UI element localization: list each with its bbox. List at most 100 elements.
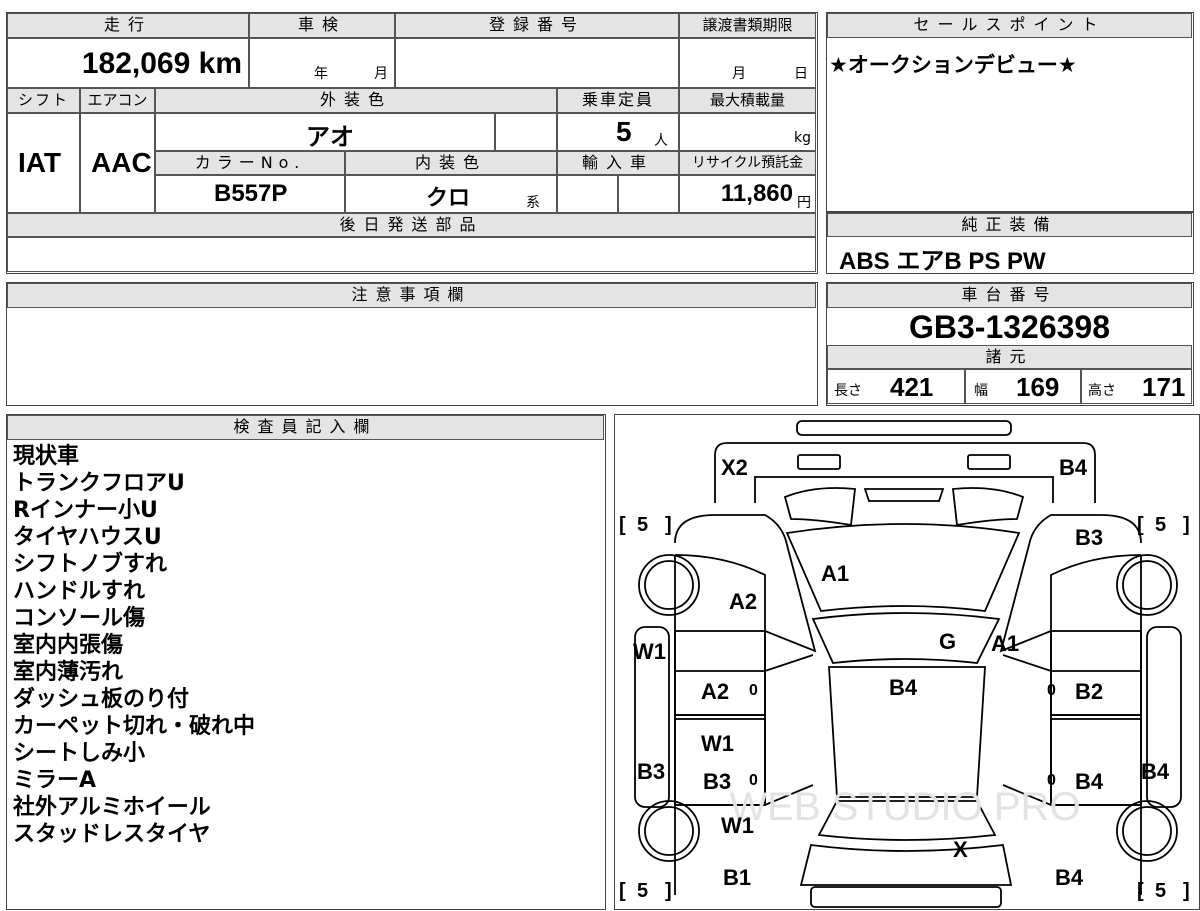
- capacity-value: 5: [616, 116, 632, 147]
- inspector-note: 室内薄汚れ: [13, 660, 124, 685]
- interior-color-cell: クロ 系: [345, 175, 557, 213]
- inspector-note: 現状車: [13, 444, 80, 469]
- ac-label: エアコン: [80, 88, 155, 113]
- svg-text:]: ]: [1183, 514, 1190, 536]
- label-g: G: [939, 629, 956, 654]
- label-w1-mid: W1: [701, 731, 734, 756]
- inspector-note: 室内内張傷: [13, 633, 124, 658]
- inspection-cell: 年 月: [249, 38, 395, 88]
- ac-value: AAC: [91, 147, 152, 178]
- label-a1-top: A1: [821, 561, 849, 586]
- recycle-fee-cell: 11,860 円: [679, 175, 816, 213]
- import-label: 輸入車: [557, 151, 679, 175]
- capacity-cell: 5 人: [557, 113, 679, 151]
- width-value: 169: [1016, 372, 1060, 402]
- inspector-note: 社外アルミホイール: [13, 795, 211, 820]
- chassis-box: 車台番号 GB3-1326398 諸元 長さ 421 幅 169 高さ 171: [826, 282, 1194, 406]
- zero-mark: 0: [1047, 772, 1056, 789]
- tire-tr: 5: [1155, 514, 1166, 536]
- inspector-label: 検査員記入欄: [7, 415, 604, 440]
- inspector-note: ハンドルすれ: [13, 579, 146, 604]
- label-x: X: [953, 837, 968, 862]
- capacity-label: 乗車定員: [557, 88, 679, 113]
- svg-text:]: ]: [1183, 880, 1190, 902]
- label-b4-right: B4: [1141, 759, 1170, 784]
- exterior-color-value: アオ: [306, 124, 354, 151]
- length-label: 長さ: [834, 383, 862, 399]
- damage-diagram: WEB STUDIO PRO X2 B4 A1 A2 B3 G A1 W1 A2…: [614, 414, 1200, 910]
- label-b4-mid-right: B4: [1075, 769, 1104, 794]
- sales-point-label: セールスポイント: [827, 13, 1192, 38]
- interior-color-suffix: 系: [526, 195, 540, 211]
- svg-text:]: ]: [665, 514, 672, 536]
- inspection-month: 月: [374, 66, 388, 82]
- label-a1-right: A1: [991, 631, 1019, 656]
- shift-label: シフト: [7, 88, 80, 113]
- length-cell: 長さ 421: [827, 369, 965, 404]
- svg-text:[: [: [1137, 880, 1144, 902]
- ac-cell: AAC: [80, 113, 155, 213]
- capacity-unit: 人: [654, 133, 668, 149]
- svg-text:[: [: [619, 514, 626, 536]
- specs-label: 諸元: [827, 345, 1192, 369]
- inspector-note: Rインナー小U: [13, 498, 158, 523]
- inspector-note: シートしみ小: [13, 741, 146, 766]
- sales-point-box: セールスポイント ★オークションデビュー★: [826, 12, 1194, 212]
- tire-bl: 5: [637, 880, 648, 902]
- max-load-unit: kg: [794, 130, 811, 146]
- equipment-items: ABS エアB PS PW: [839, 248, 1046, 275]
- label-b3-top-right: B3: [1075, 525, 1103, 550]
- label-b2: B2: [1075, 679, 1103, 704]
- inspector-notes: 現状車 トランクフロアU Rインナー小U タイヤハウスU シフトノブすれ ハンドルすれ コン…: [13, 443, 255, 848]
- label-a2-left: A2: [729, 589, 757, 614]
- transfer-deadline-label: 譲渡書類期限: [679, 13, 816, 38]
- inspector-note: コンソール傷: [13, 606, 146, 631]
- car-diagram-svg: WEB STUDIO PRO X2 B4 A1 A2 B3 G A1 W1 A2…: [619, 420, 1190, 908]
- sales-point-text: ★オークションデビュー★: [829, 53, 1077, 77]
- label-w1-low: W1: [721, 813, 754, 838]
- svg-text:]: ]: [665, 880, 672, 902]
- recycle-fee-unit: 円: [797, 195, 811, 211]
- shift-cell: IAT: [7, 113, 80, 213]
- inspector-box: 検査員記入欄 現状車 トランクフロアU Rインナー小U タイヤハウスU シフトノブすれハ…: [6, 414, 606, 910]
- chassis-number: GB3-1326398: [908, 309, 1111, 345]
- color-number-cell: B557P: [155, 175, 345, 213]
- height-value: 171: [1142, 372, 1186, 402]
- vehicle-info-grid: 走行 車検 登録番号 譲渡書類期限 182,069 km 年 月 月 日 シフト…: [6, 12, 818, 274]
- height-label: 高さ: [1088, 383, 1116, 399]
- transfer-month: 月: [732, 66, 746, 82]
- mileage-cell: 182,069 km: [7, 38, 249, 88]
- label-b3-mid: B3: [703, 769, 731, 794]
- zero-mark: 0: [1047, 682, 1056, 699]
- mileage-value: 182,069: [81, 47, 191, 80]
- equipment-label: 純正装備: [827, 213, 1192, 237]
- inspection-year: 年: [314, 66, 328, 82]
- inspection-label: 車検: [249, 13, 395, 38]
- zero-mark: 0: [749, 682, 758, 699]
- registration-cell: [395, 38, 679, 88]
- label-x2: X2: [721, 455, 748, 480]
- watermark: WEB STUDIO PRO: [729, 785, 1080, 829]
- transfer-day: 日: [794, 66, 808, 82]
- equipment-box: 純正装備 ABS エアB PS PW: [826, 212, 1194, 275]
- label-a2-mid: A2: [701, 679, 729, 704]
- inspector-note: タイヤハウスU: [13, 525, 162, 550]
- interior-color-label: 内装色: [345, 151, 557, 175]
- mileage-label: 走行: [7, 13, 249, 38]
- later-parts-label: 後日発送部品: [7, 213, 816, 237]
- transfer-cell: 月 日: [679, 38, 816, 88]
- inspector-note: シフトノブすれ: [13, 552, 168, 577]
- label-b4-center: B4: [889, 675, 918, 700]
- width-cell: 幅 169: [965, 369, 1081, 404]
- max-load-label: 最大積載量: [679, 88, 816, 113]
- recycle-fee-value: 11,860: [720, 180, 793, 207]
- svg-text:[: [: [619, 880, 626, 902]
- import-cell-a: [557, 175, 618, 213]
- inspector-note: ダッシュ板のり付: [13, 687, 190, 712]
- inspector-note: トランクフロアU: [13, 471, 185, 496]
- height-cell: 高さ 171: [1081, 369, 1192, 404]
- exterior-color-cell: アオ: [155, 113, 495, 151]
- svg-text:[: [: [1137, 514, 1144, 536]
- label-b4-bottom: B4: [1055, 865, 1084, 890]
- exterior-color-label: 外装色: [155, 88, 557, 113]
